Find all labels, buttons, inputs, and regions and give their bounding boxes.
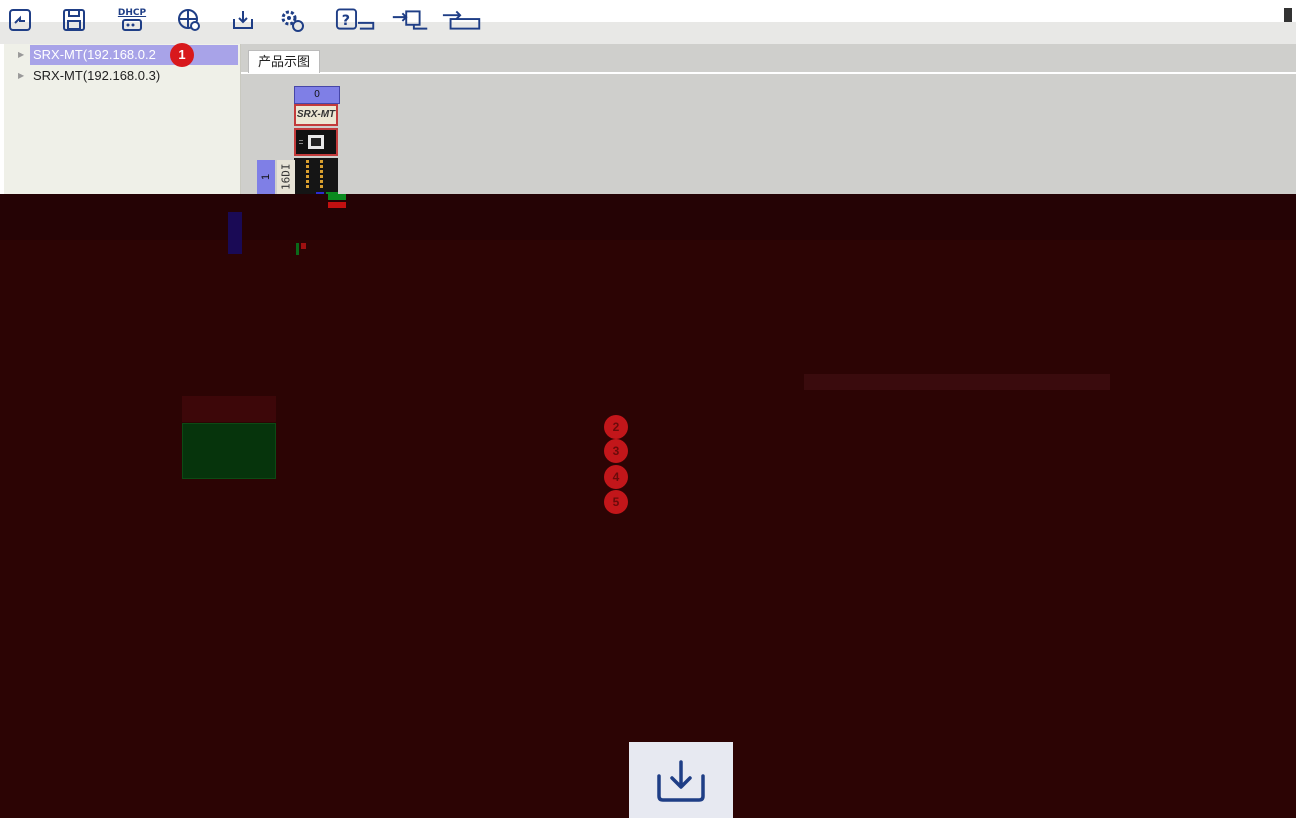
window-edge-marker xyxy=(1284,8,1292,22)
tab-product-view[interactable]: 产品示图 xyxy=(248,50,320,73)
overlay-dim-bar xyxy=(804,374,1110,390)
download-button[interactable] xyxy=(629,742,733,818)
product-view-panel xyxy=(241,44,1296,194)
tab-strip xyxy=(241,72,1296,74)
open-project-icon[interactable] xyxy=(6,6,34,34)
download-icon xyxy=(657,760,705,802)
overlay-status-bar xyxy=(328,194,346,210)
step-badge: 2 xyxy=(604,415,628,439)
download-icon[interactable] xyxy=(229,6,257,34)
overlay-green-panel xyxy=(182,423,276,479)
step-badge: 5 xyxy=(604,490,628,514)
device-io-body xyxy=(294,158,338,194)
overlay-band xyxy=(0,194,1296,240)
step-badge: 4 xyxy=(604,465,628,489)
tree-expand-icon[interactable]: ▶ xyxy=(18,71,24,80)
tree-item-label: SRX-MT(192.168.0.3) xyxy=(33,68,161,83)
step-badge: 3 xyxy=(604,439,628,463)
dhcp-label: DHCP xyxy=(117,7,147,18)
tree-item-label: SRX-MT(192.168.0.2 xyxy=(33,47,156,62)
overlay-led-shadow xyxy=(296,242,306,255)
device-index[interactable]: 0 xyxy=(294,86,340,104)
network-search-icon[interactable] xyxy=(175,6,203,34)
device-transfer-icon[interactable] xyxy=(440,6,486,34)
dhcp-icon[interactable]: DHCP xyxy=(118,6,146,34)
device-name[interactable]: SRX-MT xyxy=(294,104,338,126)
tree-item-device-1[interactable]: SRX-MT(192.168.0.2 xyxy=(30,45,238,65)
tutorial-overlay xyxy=(0,194,1296,818)
tree-expand-icon[interactable]: ▶ xyxy=(18,50,24,59)
module-label[interactable]: 16DI xyxy=(277,160,295,194)
svg-text:?: ? xyxy=(342,13,350,29)
settings-icon[interactable] xyxy=(277,6,305,34)
overlay-block xyxy=(182,396,276,422)
help-icon[interactable]: ? xyxy=(334,6,380,34)
save-icon[interactable] xyxy=(60,6,88,34)
step-badge: 1 xyxy=(170,43,194,67)
tree-item-device-2[interactable]: SRX-MT(192.168.0.3) xyxy=(30,66,238,86)
module-index[interactable]: 1 xyxy=(257,160,275,194)
overlay-module-shadow xyxy=(228,212,242,254)
device-connect-icon[interactable] xyxy=(388,6,434,34)
ethernet-port-icon[interactable] xyxy=(294,128,338,156)
